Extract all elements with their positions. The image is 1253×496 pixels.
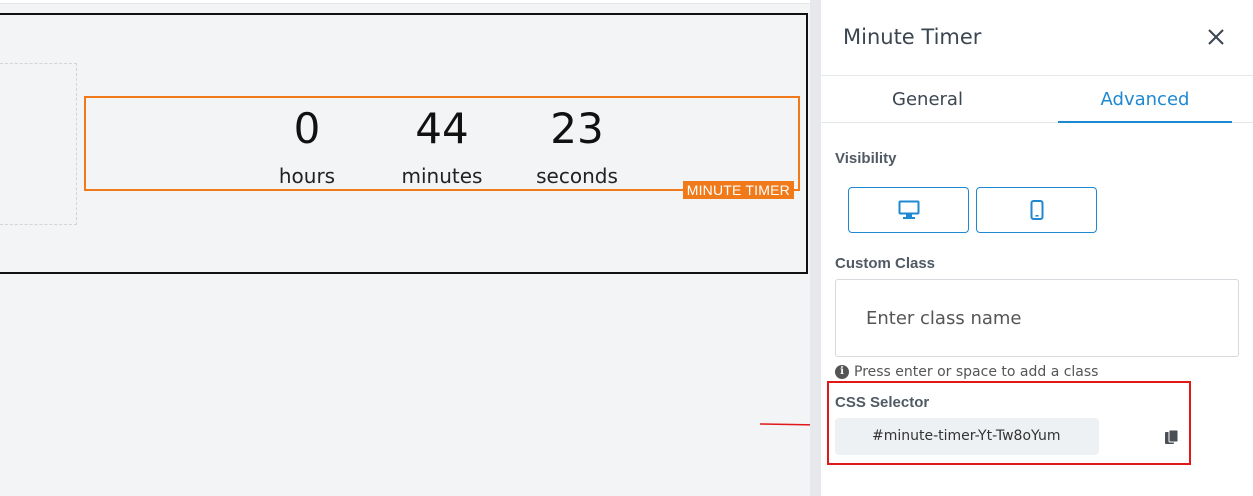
visibility-desktop-button[interactable] [848,187,969,233]
css-selector-value[interactable]: #minute-timer-Yt-Tw8oYum [835,418,1099,455]
custom-class-hint: i Press enter or space to add a class [835,364,1098,380]
mobile-icon [1030,200,1043,220]
close-button[interactable] [1201,22,1231,52]
minutes-value: 44 [415,104,469,153]
panel-header: Minute Timer [821,0,1253,76]
copy-selector-button[interactable] [1164,429,1182,447]
widget-type-tag[interactable]: MINUTE TIMER [682,181,794,199]
seconds-label: seconds [536,164,618,188]
custom-class-input[interactable] [835,279,1239,357]
custom-class-hint-text: Press enter or space to add a class [854,364,1099,380]
visibility-label: Visibility [835,150,897,167]
settings-panel: Minute Timer General Advanced Visibility… [821,0,1253,496]
timer-hours: 0 hours [232,98,382,189]
timer-seconds: 23 seconds [502,98,652,189]
seconds-value: 23 [550,104,604,153]
empty-column-placeholder[interactable] [0,63,77,225]
custom-class-label: Custom Class [835,255,936,272]
close-icon [1208,29,1224,45]
canvas-top-bar [0,0,810,4]
copy-icon [1165,429,1179,444]
hours-value: 0 [293,104,321,153]
visibility-mobile-button[interactable] [976,187,1097,233]
editor-canvas: 0 hours 44 minutes 23 seconds MINUTE TIM… [0,0,828,496]
hours-label: hours [278,164,336,188]
info-icon: i [835,365,849,379]
panel-divider [810,0,821,496]
panel-tabs: General Advanced [821,76,1253,123]
minutes-label: minutes [401,164,483,188]
tab-advanced[interactable]: Advanced [1058,76,1232,123]
tab-general[interactable]: General [825,76,1030,123]
desktop-icon [898,200,919,219]
timer-minutes: 44 minutes [367,98,517,189]
minute-timer-widget[interactable]: 0 hours 44 minutes 23 seconds MINUTE TIM… [84,96,800,199]
panel-title: Minute Timer [843,25,982,49]
css-selector-label: CSS Selector [835,394,930,411]
